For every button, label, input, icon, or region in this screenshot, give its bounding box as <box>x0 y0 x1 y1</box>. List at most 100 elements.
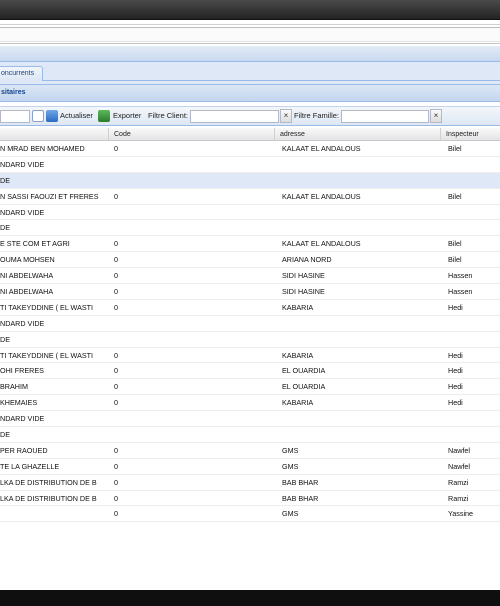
table-row[interactable]: E STE COM ET AGRI 0 KALAAT EL ANDALOUS Bile… <box>0 236 500 253</box>
address-cell: KALAAT EL ANDALOUS <box>282 144 361 153</box>
inspector-cell <box>448 220 500 235</box>
code-cell: 0 <box>114 350 118 360</box>
code-cell <box>114 157 214 172</box>
table-row[interactable]: DE <box>0 220 500 237</box>
code-cell <box>114 205 214 220</box>
client-name-cell: DE <box>0 223 10 233</box>
search-input[interactable] <box>0 110 30 123</box>
refresh-button[interactable]: Actualiser <box>60 111 93 121</box>
client-name-cell: PER RAOUED <box>0 445 48 455</box>
table-row[interactable]: OUMA MOHSEN 0 ARIANA NORD Bilel <box>0 252 500 269</box>
inspector-cell <box>448 157 500 172</box>
tab-concurrents[interactable]: oncurrents <box>0 66 43 81</box>
browser-window: oncurrents sitaires Actualiser Exporter … <box>0 20 500 590</box>
column-header-name[interactable] <box>0 128 109 141</box>
inspector-cell <box>448 411 500 426</box>
refresh-icon[interactable] <box>46 110 58 122</box>
table-row[interactable]: N SASSI FAOUZI ET FRERES 0 KALAAT EL ANDAL… <box>0 189 500 205</box>
address-cell: ARIANA NORD <box>282 255 332 265</box>
table-row[interactable]: NI ABDELWAHA 0 SIDI HASINE Hassen <box>0 284 500 300</box>
table-row[interactable]: N MRAD BEN MOHAMED 0 KALAAT EL ANDALOUS Bil… <box>0 141 500 157</box>
client-name-cell: TI TAKEYDDINE ( EL WASTI <box>0 302 94 312</box>
grid-header: Code adresse Inspecteur <box>0 128 500 141</box>
code-cell: 0 <box>114 191 118 201</box>
code-cell <box>114 316 214 331</box>
client-name-cell: OUMA MOHSEN <box>0 255 55 265</box>
code-cell: 0 <box>114 302 118 312</box>
table-row[interactable]: LKA DE DISTRIBUTION DE B 0 BAB BHAR Ramzi <box>0 491 500 507</box>
client-name-cell: DE <box>0 175 10 185</box>
table-row[interactable]: DE <box>0 332 500 348</box>
family-filter-input[interactable] <box>341 110 429 123</box>
app-container: oncurrents sitaires Actualiser Exporter … <box>0 46 500 590</box>
inspector-cell: Bilel <box>448 191 462 201</box>
table-row[interactable]: NI ABDELWAHA 0 SIDI HASINE Hassen <box>0 268 500 285</box>
code-cell: 0 <box>114 382 118 392</box>
table-row[interactable]: TI TAKEYDDINE ( EL WASTI 0 KABARIA Hedi <box>0 348 500 364</box>
code-cell: 0 <box>114 255 118 265</box>
clients-grid: Code adresse Inspecteur N MRAD BEN MOHAM… <box>0 128 500 568</box>
address-cell: GMS <box>282 461 299 471</box>
inspector-cell: Bilel <box>448 239 462 249</box>
address-cell: KABARIA <box>282 398 314 408</box>
column-header-address[interactable]: adresse <box>275 128 441 141</box>
code-cell <box>114 427 214 442</box>
os-title-bar <box>0 0 500 20</box>
inspector-cell: Hassen <box>448 271 473 281</box>
address-cell: BAB BHAR <box>282 493 319 503</box>
inspector-cell: Hedi <box>448 366 463 376</box>
client-filter-clear-button[interactable]: × <box>280 109 292 123</box>
taskbar <box>0 590 500 606</box>
table-row[interactable]: NDARD VIDE <box>0 205 500 221</box>
code-cell: 0 <box>114 509 118 519</box>
calendar-icon[interactable] <box>32 110 44 122</box>
inspector-cell: Hedi <box>448 302 463 312</box>
table-row[interactable]: BRAHIM 0 EL OUARDIA Hedi <box>0 379 500 396</box>
table-row[interactable]: TE LA GHAZELLE 0 GMS Nawfel <box>0 459 500 475</box>
tab-bar: oncurrents <box>0 64 500 81</box>
client-name-cell: E STE COM ET AGRI <box>0 239 70 249</box>
column-header-code[interactable]: Code <box>109 128 275 141</box>
address-cell: KALAAT EL ANDALOUS <box>282 239 361 249</box>
url-field[interactable] <box>0 27 500 42</box>
column-header-inspector[interactable]: Inspecteur <box>441 128 500 141</box>
table-row[interactable]: NDARD VIDE <box>0 316 500 332</box>
address-cell: KABARIA <box>282 302 314 312</box>
client-name-cell: KHEMAIES <box>0 398 38 408</box>
inspector-cell: Nawfel <box>448 445 470 455</box>
table-row[interactable]: 0 GMS Yassine <box>0 506 500 523</box>
inspector-cell: Hassen <box>448 287 473 297</box>
group-row[interactable]: DE <box>0 172 500 189</box>
table-row[interactable]: PER RAOUED 0 GMS Nawfel <box>0 443 500 459</box>
client-filter-input[interactable] <box>190 110 279 123</box>
table-row[interactable]: TI TAKEYDDINE ( EL WASTI 0 KABARIA Hedi <box>0 300 500 316</box>
address-cell: EL OUARDIA <box>282 366 326 376</box>
grid-body: N MRAD BEN MOHAMED 0 KALAAT EL ANDALOUS Bil… <box>0 141 500 523</box>
client-name-cell: DE <box>0 430 10 440</box>
table-row[interactable]: DE <box>0 427 500 443</box>
code-cell: 0 <box>114 271 118 281</box>
inspector-cell: Bilel <box>448 255 462 265</box>
excel-export-icon[interactable] <box>98 110 110 122</box>
client-name-cell: NDARD VIDE <box>0 159 45 169</box>
inspector-cell: Ramzi <box>448 493 469 503</box>
client-name-cell: DE <box>0 334 10 344</box>
client-name-cell: N SASSI FAOUZI ET FRERES <box>0 191 99 201</box>
table-row[interactable]: NDARD VIDE <box>0 157 500 173</box>
inspector-cell <box>448 173 500 188</box>
code-cell: 0 <box>114 239 118 249</box>
table-row[interactable]: OHI FRERES 0 EL OUARDIA Hedi <box>0 363 500 380</box>
code-cell: 0 <box>114 493 118 503</box>
table-row[interactable]: KHEMAIES 0 KABARIA Hedi <box>0 395 500 412</box>
address-bar <box>0 24 500 44</box>
table-row[interactable]: NDARD VIDE <box>0 411 500 428</box>
code-cell: 0 <box>114 398 118 408</box>
table-row[interactable]: LKA DE DISTRIBUTION DE B 0 BAB BHAR Ramzi <box>0 475 500 491</box>
inspector-cell <box>448 205 500 220</box>
client-name-cell: NI ABDELWAHA <box>0 271 54 281</box>
client-name-cell: LKA DE DISTRIBUTION DE B <box>0 477 97 487</box>
code-cell: 0 <box>114 445 118 455</box>
export-button[interactable]: Exporter <box>113 111 141 121</box>
family-filter-clear-button[interactable]: × <box>430 109 442 123</box>
client-name-cell: NDARD VIDE <box>0 414 45 424</box>
